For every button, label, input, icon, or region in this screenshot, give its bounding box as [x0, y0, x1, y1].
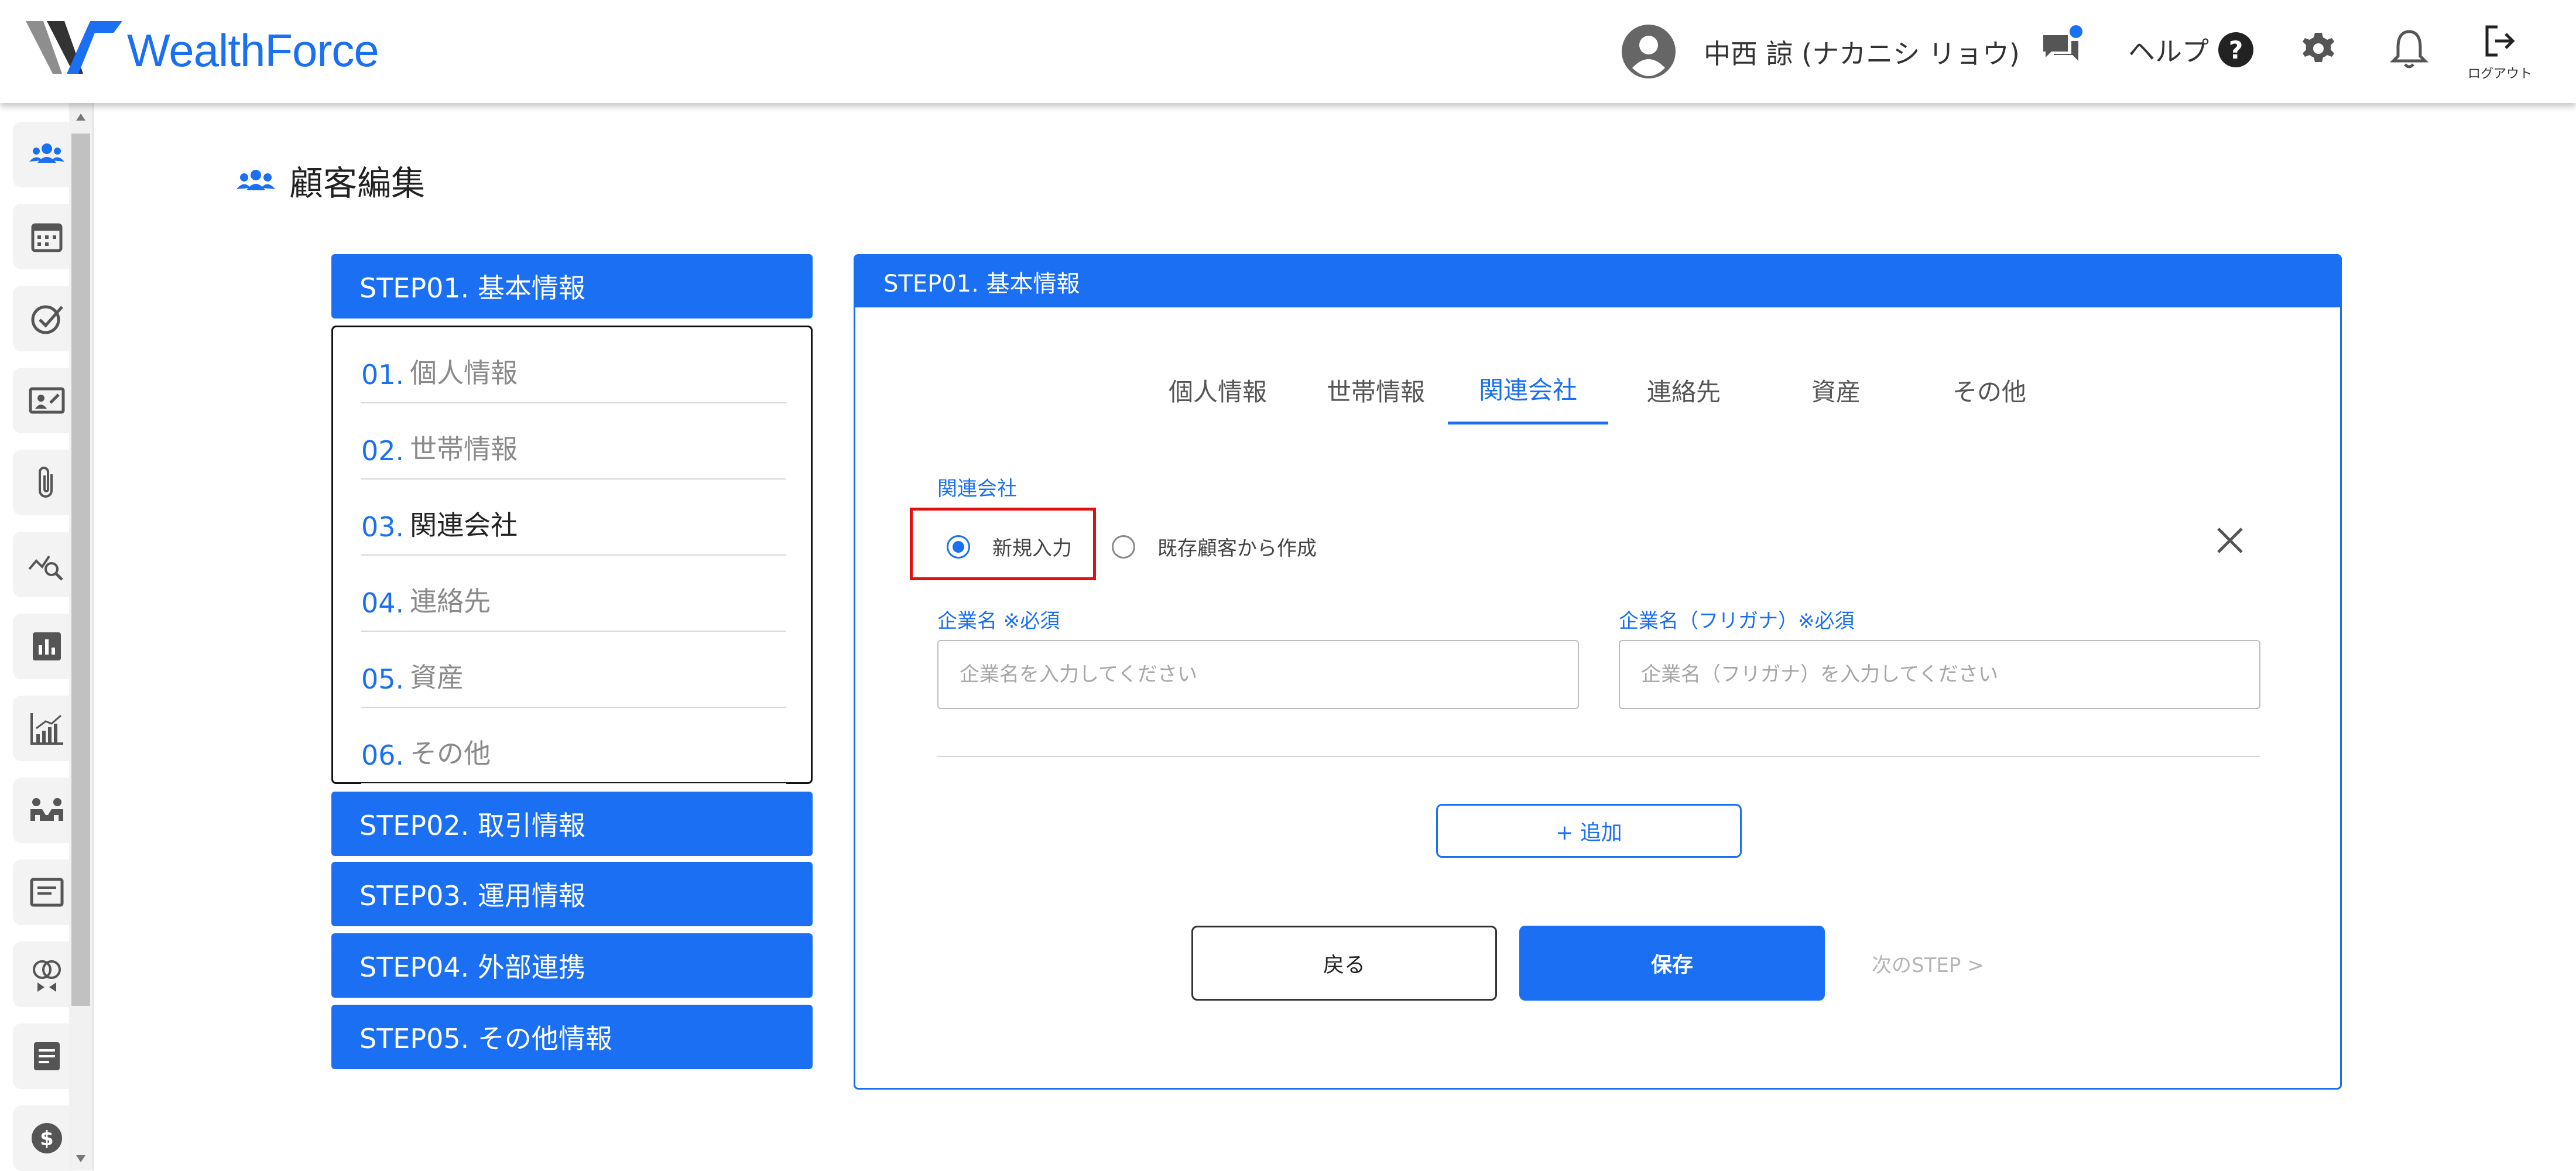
svg-text:$: $ [40, 1127, 54, 1151]
substep-number: 05. [361, 663, 405, 695]
tab-assets[interactable]: 資産 [1763, 355, 1909, 424]
people-icon [29, 143, 64, 163]
substep-assets[interactable]: 05. 資産 [361, 632, 786, 708]
scroll-thumb[interactable] [71, 133, 90, 1006]
tab-household[interactable]: 世帯情報 [1303, 355, 1449, 424]
logo-mark-icon [26, 21, 122, 74]
app-header: WealthForce 中西 諒 (ナカニシ リョウ) ヘルプ ? ログアウト [0, 0, 2576, 103]
radio-new-entry[interactable]: 新規入力 [947, 532, 1072, 561]
substep-number: 04. [361, 587, 405, 619]
logout-icon [2485, 25, 2515, 57]
meeting-icon [30, 798, 63, 821]
gear-icon[interactable] [2298, 28, 2339, 69]
radio-existing-label: 既存顧客から作成 [1157, 537, 1317, 560]
people-icon [237, 170, 275, 190]
radio-from-existing[interactable]: 既存顧客から作成 [1112, 532, 1317, 561]
page-title-text: 顧客編集 [289, 163, 426, 203]
radio-unselected-icon [1112, 535, 1135, 559]
panel-title: STEP01. 基本情報 [855, 256, 2340, 307]
substep-other[interactable]: 06. その他 [361, 708, 786, 784]
help-label: ヘルプ [2128, 36, 2209, 67]
substep-number: 06. [361, 739, 405, 771]
scroll-down-arrow-icon[interactable] [76, 1155, 85, 1162]
logout-label: ログアウト [2467, 67, 2532, 81]
substep-number: 03. [361, 511, 405, 543]
user-name[interactable]: 中西 諒 (ナカニシ リョウ) [1704, 33, 2020, 71]
company-kana-input[interactable] [1619, 640, 2260, 709]
step05-header[interactable]: STEP05. その他情報 [331, 1005, 813, 1069]
substep-number: 02. [361, 435, 405, 467]
sidebar-scrollbar[interactable] [69, 103, 93, 1170]
edit-panel: STEP01. 基本情報 個人情報 世帯情報 関連会社 連絡先 資産 その他 関… [854, 254, 2342, 1090]
next-step-link[interactable]: 次のSTEP > [1872, 949, 1984, 978]
divider [937, 756, 2260, 757]
substep-household[interactable]: 02. 世帯情報 [361, 403, 786, 480]
step02-header[interactable]: STEP02. 取引情報 [331, 792, 813, 856]
step01-header[interactable]: STEP01. 基本情報 [331, 254, 813, 319]
substep-list: 01. 個人情報 02. 世帯情報 03. 関連会社 04. 連絡先 05. 資… [331, 326, 813, 784]
dollar-icon: $ [32, 1123, 62, 1153]
app-logo[interactable]: WealthForce [26, 21, 379, 80]
substep-label: 連絡先 [410, 586, 491, 617]
tab-contact[interactable]: 連絡先 [1611, 355, 1757, 424]
substep-label: 関連会社 [410, 509, 518, 541]
chart-search-icon [28, 555, 63, 581]
growth-chart-icon [30, 713, 63, 745]
bar-chart-icon [33, 632, 61, 660]
paperclip-icon [39, 467, 53, 498]
substep-number: 01. [361, 359, 405, 391]
logout-button[interactable]: ログアウト [2465, 23, 2535, 82]
related-company-label: 関連会社 [937, 477, 1017, 501]
substep-contact[interactable]: 04. 連絡先 [361, 556, 786, 632]
check-circle-icon [31, 305, 63, 334]
substep-label: 個人情報 [410, 357, 518, 389]
step04-header[interactable]: STEP04. 外部連携 [331, 933, 813, 998]
step03-header[interactable]: STEP03. 運用情報 [331, 862, 813, 926]
tab-other[interactable]: その他 [1916, 355, 2063, 424]
save-button[interactable]: 保存 [1519, 926, 1825, 1001]
logo-text: WealthForce [127, 24, 379, 76]
company-name-label: 企業名 ※必須 [937, 610, 1060, 633]
tab-related-company[interactable]: 関連会社 [1448, 355, 1608, 424]
chat-icon[interactable] [2040, 25, 2087, 71]
company-name-input[interactable] [937, 640, 1579, 709]
scroll-up-arrow-icon[interactable] [76, 114, 85, 121]
rings-icon [33, 960, 61, 992]
substep-personal[interactable]: 01. 個人情報 [361, 327, 786, 403]
help-icon: ? [2218, 32, 2253, 67]
back-button[interactable]: 戻る [1191, 926, 1497, 1001]
document-icon [30, 878, 64, 907]
bell-icon[interactable] [2389, 27, 2430, 71]
add-company-button[interactable]: + 追加 [1436, 804, 1742, 858]
page-title: 顧客編集 [235, 156, 425, 205]
notes-icon [34, 1042, 60, 1070]
help-button[interactable]: ヘルプ ? [2128, 30, 2253, 69]
id-card-icon [29, 387, 65, 414]
substep-label: その他 [410, 738, 491, 769]
tab-personal[interactable]: 個人情報 [1145, 355, 1291, 424]
company-kana-label: 企業名（フリガナ）※必須 [1619, 610, 1855, 633]
substep-label: 資産 [410, 662, 464, 693]
radio-new-label: 新規入力 [992, 537, 1072, 560]
calendar-icon [31, 223, 63, 252]
section-tabs: 個人情報 世帯情報 関連会社 連絡先 資産 その他 [855, 355, 2340, 426]
user-avatar-icon[interactable] [1622, 25, 1676, 78]
radio-selected-icon [947, 535, 970, 559]
substep-related-company[interactable]: 03. 関連会社 [361, 480, 786, 556]
close-icon[interactable] [2212, 523, 2248, 558]
substep-label: 世帯情報 [410, 433, 518, 465]
